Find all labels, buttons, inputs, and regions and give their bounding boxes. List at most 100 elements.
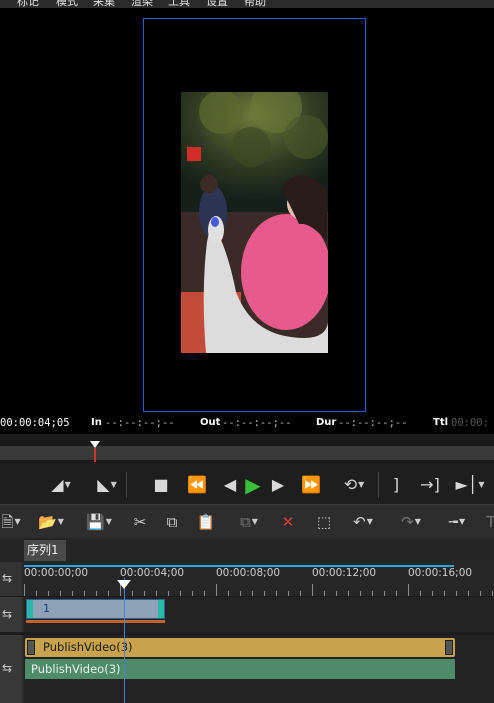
new-button[interactable]: 🗎▼ [0,511,22,533]
delete-button[interactable]: ✕ [278,511,298,533]
in-label: In [91,417,102,428]
set-mark-icon: ╼ [448,513,458,531]
transport-controls: ◢▼ ◣▼ ■ ⏪ ◀ ▶ ▶ ⏩ ⟲▼ ][← →][ ►│▼ [0,464,494,520]
audio-clip[interactable]: PublishVideo(3) [25,659,455,679]
in-out-icon: ►│ [455,475,478,494]
go-to-in-button[interactable]: ][← [384,472,408,520]
ruler-label: 00:00:12;00 [312,567,377,579]
track-expand-icon: ⇆ [2,661,13,675]
play-icon: ▶ [245,473,261,497]
paste-special-button[interactable]: ⧉▼ [232,511,266,533]
video-track-header[interactable]: ⇆ [0,635,22,703]
paste-icon: 📋 [196,513,216,531]
in-out-button[interactable]: ►│▼ [452,472,488,498]
scrub-track[interactable] [0,446,494,460]
copy-button[interactable]: ⧉ [162,511,182,533]
title-track: ⇆ 1 [0,596,494,632]
menu-capture[interactable]: 采集 [93,0,115,8]
title-track-header[interactable]: ⇆ [0,597,22,632]
ruler-label: 00:00:16;00 [408,567,473,579]
step-back-button[interactable]: ◀ [222,472,238,498]
step-forward-button[interactable]: ▶ [270,472,286,498]
ruler-label: 00:00:08;00 [216,567,281,579]
mark-out-button[interactable]: ◣▼ [92,472,122,498]
redo-button[interactable]: ↷▼ [394,511,428,533]
sequence-tabs: 序列1 [0,538,494,562]
dur-value: --:--:--;-- [338,417,408,429]
scrub-playhead-icon[interactable] [90,441,100,448]
play-button[interactable]: ▶ [241,472,265,498]
ruler-tick [24,584,25,596]
out-label: Out [200,417,221,428]
ruler-label: 00:00:04;00 [120,567,185,579]
fast-forward-icon: ⏩ [301,475,321,494]
ruler-label: 00:00:00;00 [24,567,89,579]
timeline-ruler[interactable]: ⇆ 00:00:00;00 00:00:04;00 00:00:08;00 00… [0,562,494,596]
go-to-out-button[interactable]: →][ [418,472,442,520]
ripple-delete-icon: ⬚ [316,513,332,531]
stop-icon: ■ [153,475,169,494]
ripple-delete-button[interactable]: ⬚ [312,511,336,533]
tab-sequence-1[interactable]: 序列1 [24,540,66,561]
stop-button[interactable]: ■ [150,472,172,498]
text-icon: T [486,513,494,531]
open-icon: 📂 [38,513,57,531]
paste-special-icon: ⧉ [240,513,251,531]
timeline-playhead-icon[interactable] [117,580,131,589]
video-audio-track: ⇆ PublishVideo(3) PublishVideo(3) [0,634,494,703]
menu-mark[interactable]: 标记 [17,0,39,8]
menu-render[interactable]: 渲染 [131,0,153,8]
track-expand-icon: ⇆ [2,571,13,585]
save-button[interactable]: 💾▼ [84,511,114,533]
menu-mode[interactable]: 模式 [56,0,78,8]
clip-right-handle[interactable] [445,640,453,655]
rewind-button[interactable]: ⏪ [184,472,210,498]
ttl-value: 00:00: [451,417,489,429]
undo-icon: ↶ [353,513,366,531]
video-frame [181,92,328,353]
loop-button[interactable]: ⟲▼ [336,472,372,498]
timeline-playhead-line [124,578,125,703]
clip-left-handle[interactable] [27,640,35,655]
transport-divider [126,472,127,498]
menu-tools[interactable]: 工具 [168,0,190,8]
ruler-tick [216,584,217,596]
title-clip[interactable]: 1 [26,599,165,619]
loop-icon: ⟲ [343,475,358,494]
menu-help[interactable]: 帮助 [244,0,266,8]
delete-icon: ✕ [281,513,295,531]
open-button[interactable]: 📂▼ [34,511,68,533]
video-frame-image [181,92,328,353]
ruler-header[interactable]: ⇆ [0,562,22,596]
set-mark-button[interactable]: ╼▼ [440,511,474,533]
mark-in-icon: ◢ [51,475,64,494]
undo-button[interactable]: ↶▼ [346,511,380,533]
video-clip[interactable]: PublishVideo(3) [25,638,455,657]
mark-out-icon: ◣ [97,475,110,494]
text-button[interactable]: T [484,511,494,533]
preview-monitor[interactable] [0,8,494,412]
cut-icon: ✂ [133,513,147,531]
ttl-label: Ttl [433,417,449,428]
track-expand-icon: ⇆ [2,606,13,621]
new-icon: 🗎 [1,513,14,531]
copy-icon: ⧉ [166,513,178,531]
title-clip-marker [26,620,165,623]
current-timecode: 00:00:04;05 [0,417,70,429]
clip-right-handle[interactable] [158,600,164,618]
preview-scrub-bar[interactable] [0,434,494,464]
save-icon: 💾 [86,513,105,531]
ruler-scale[interactable]: 00:00:00;00 00:00:04;00 00:00:08;00 00:0… [24,562,494,596]
clip-left-handle[interactable] [27,600,33,618]
dur-label: Dur [316,417,337,428]
fast-forward-button[interactable]: ⏩ [298,472,324,498]
ruler-tick [312,584,313,596]
scrub-playhead-line [94,448,96,462]
step-back-icon: ◀ [223,475,237,494]
transport-divider [378,472,379,498]
menu-settings[interactable]: 设置 [206,0,228,8]
mark-in-button[interactable]: ◢▼ [46,472,76,498]
paste-button[interactable]: 📋 [196,511,216,533]
in-value: --:--:--;-- [105,417,175,429]
cut-button[interactable]: ✂ [130,511,150,533]
